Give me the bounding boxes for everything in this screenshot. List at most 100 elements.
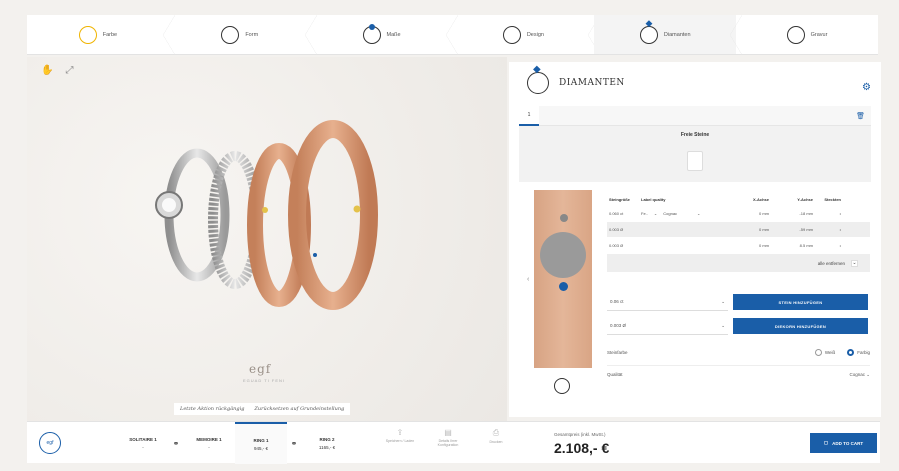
- radio-colored[interactable]: Farbig: [847, 348, 870, 356]
- table-row[interactable]: 0.003 Ø 0 mm -59 mm •: [607, 222, 870, 238]
- add-stone-button[interactable]: STEIN HINZUFÜGEN: [733, 294, 868, 310]
- radio-white[interactable]: Weiß: [814, 348, 835, 356]
- stage-actions: Letzte Aktion rückgängig Zurücksetzen au…: [174, 403, 351, 415]
- quality-select[interactable]: Fe.. ⌄ Cognac ⌄: [641, 211, 729, 216]
- x-axis-input[interactable]: 0 mm: [729, 243, 773, 248]
- step-farbe[interactable]: Farbe: [27, 15, 175, 55]
- stone-marker-selected[interactable]: [559, 282, 568, 291]
- brand-logo: egf: [249, 362, 272, 376]
- hand-icon[interactable]: ✋: [41, 65, 53, 76]
- chevron-down-icon[interactable]: ⌄: [851, 259, 858, 267]
- stone-marker-main[interactable]: [540, 232, 586, 278]
- row-menu[interactable]: •: [817, 227, 847, 232]
- trash-icon[interactable]: 🗑: [856, 112, 865, 120]
- cart-icon: ▢: [823, 440, 829, 445]
- stone-size: 0.003 Ø: [609, 243, 624, 248]
- bottom-actions: ⇪ Speichern / Laden ▤ Details Ihrer Konfig…: [385, 428, 511, 447]
- link-icon[interactable]: ⚭: [169, 439, 183, 448]
- save-load-button[interactable]: ⇪ Speichern / Laden: [385, 428, 415, 447]
- save-icon: ⇪: [396, 428, 404, 437]
- ring-solitaire[interactable]: SOLITAIRE 1-: [117, 422, 169, 464]
- quality-label: Qualität: [607, 372, 623, 377]
- ring-2[interactable]: RING 2 1165,- €: [301, 422, 353, 464]
- ring-preview-stage: ✋ ⤢ egf EGUAD TI FENI Letzte Aktion rück…: [27, 57, 507, 421]
- grain-size-select[interactable]: 0.003 Ø ⌄: [607, 317, 728, 335]
- stone-size: 0.003 Ø: [609, 227, 624, 232]
- table-header: Steingröße Label quality X-Achse Y-Achse…: [607, 192, 870, 206]
- ring-surface-preview[interactable]: [534, 190, 592, 368]
- free-stones-title: Freie Steine: [680, 132, 710, 138]
- step-label: Maße: [386, 31, 401, 38]
- table-row[interactable]: 0.003 Ø 0 mm 8.5 mm •: [607, 238, 870, 254]
- step-label: Diamanten: [663, 31, 691, 38]
- document-icon: ▤: [444, 428, 452, 437]
- step-gravur[interactable]: Gravur: [736, 15, 878, 54]
- panel-header: DIAMANTEN: [527, 64, 625, 94]
- quality-row: Qualität Cognac ⌄: [607, 365, 870, 383]
- step-form[interactable]: Form: [169, 15, 317, 55]
- column-header: X-Achse: [752, 196, 769, 202]
- link-icon[interactable]: ⚭: [287, 439, 301, 448]
- quality-dropdown[interactable]: Cognac ⌄: [849, 372, 870, 378]
- diamond-icon: ◆: [639, 18, 658, 44]
- step-design[interactable]: Design: [452, 15, 601, 55]
- step-label: Design: [526, 31, 544, 38]
- stone-table: Steingröße Label quality X-Achse Y-Achse…: [607, 192, 870, 272]
- y-axis-input[interactable]: -18 mm: [773, 211, 817, 216]
- stone-color-label: Steinfarbe: [607, 349, 628, 355]
- x-axis-input[interactable]: 0 mm: [729, 211, 773, 216]
- color-icon: [78, 25, 97, 44]
- brand-logo-icon[interactable]: egf: [39, 432, 61, 454]
- diamonds-panel: DIAMANTEN ⚙ 1 🗑 Freie Steine ‹ Steingröß…: [509, 62, 881, 417]
- stone-marker[interactable]: [560, 214, 568, 222]
- column-header: Y-Achse: [797, 196, 813, 202]
- details-button[interactable]: ▤ Details Ihrer Konfiguration: [433, 428, 463, 447]
- step-navigation: Farbe Form Maße Design ◆ Diamanten Gravu…: [27, 15, 878, 55]
- column-header: Label quality: [641, 196, 666, 202]
- step-label: Farbe: [102, 31, 118, 38]
- row-menu[interactable]: •: [817, 243, 847, 248]
- column-header: Steckten: [824, 196, 841, 202]
- step-diamanten[interactable]: ◆ Diamanten: [594, 15, 742, 55]
- stone-size: 0.060 ct: [609, 211, 624, 216]
- stage-tools: ✋ ⤢: [41, 65, 73, 76]
- stone-size-select[interactable]: 0.06 ct ⌄: [607, 293, 728, 311]
- ring-thumbnail[interactable]: [554, 378, 570, 394]
- remove-all-row: alle entfernen ⌄: [607, 254, 870, 272]
- y-axis-input[interactable]: -59 mm: [773, 227, 817, 232]
- rings-nav: SOLITAIRE 1- ⚭ MEMOIRE 1- RING 1 945,- € …: [117, 422, 353, 464]
- print-button[interactable]: ⎙ Drucken: [481, 428, 511, 447]
- engraving-icon: [786, 25, 805, 44]
- panel-title: DIAMANTEN: [559, 78, 625, 88]
- total-price: 2.108,- €: [554, 440, 610, 456]
- tab-ring-1[interactable]: 1: [519, 106, 539, 126]
- panel-tabs: 1 🗑: [519, 106, 871, 126]
- brand-sub: EGUAD TI FENI: [243, 378, 286, 383]
- rings-image[interactable]: [147, 105, 387, 335]
- configure-icon[interactable]: ⚙: [862, 82, 871, 93]
- ring-memoire[interactable]: MEMOIRE 1-: [183, 422, 235, 464]
- add-grain-button[interactable]: DIEKORN HINZUFÜGEN: [733, 318, 868, 334]
- size-icon: [362, 23, 381, 44]
- y-axis-input[interactable]: 8.5 mm: [773, 243, 817, 248]
- add-stone-row: 0.06 ct ⌄ STEIN HINZUFÜGEN: [607, 293, 870, 311]
- step-label: Form: [245, 31, 259, 38]
- fullscreen-icon[interactable]: ⤢: [65, 65, 73, 76]
- remove-all-label[interactable]: alle entfernen: [818, 261, 845, 266]
- reset-link[interactable]: Zurücksetzen auf Grundeinstellung: [254, 406, 344, 412]
- undo-link[interactable]: Letzte Aktion rückgängig: [180, 406, 244, 412]
- table-row[interactable]: 0.060 ct Fe.. ⌄ Cognac ⌄ 0 mm -18 mm •: [607, 206, 870, 222]
- column-header: Steingröße: [609, 196, 630, 202]
- add-to-cart-button[interactable]: ▢ ADD TO CART: [810, 433, 877, 453]
- x-axis-input[interactable]: 0 mm: [729, 227, 773, 232]
- print-icon: ⎙: [492, 428, 500, 437]
- diamond-ring-icon: [527, 64, 549, 94]
- free-stones-box: Freie Steine: [519, 126, 871, 182]
- row-menu[interactable]: •: [817, 211, 847, 216]
- ring-1[interactable]: RING 1 945,- €: [235, 422, 287, 464]
- form-icon: [221, 25, 240, 44]
- step-label: Gravur: [810, 31, 828, 38]
- stone-preview-icon[interactable]: [687, 151, 703, 171]
- step-masse[interactable]: Maße: [311, 15, 459, 55]
- chevron-left-icon[interactable]: ‹: [527, 276, 529, 283]
